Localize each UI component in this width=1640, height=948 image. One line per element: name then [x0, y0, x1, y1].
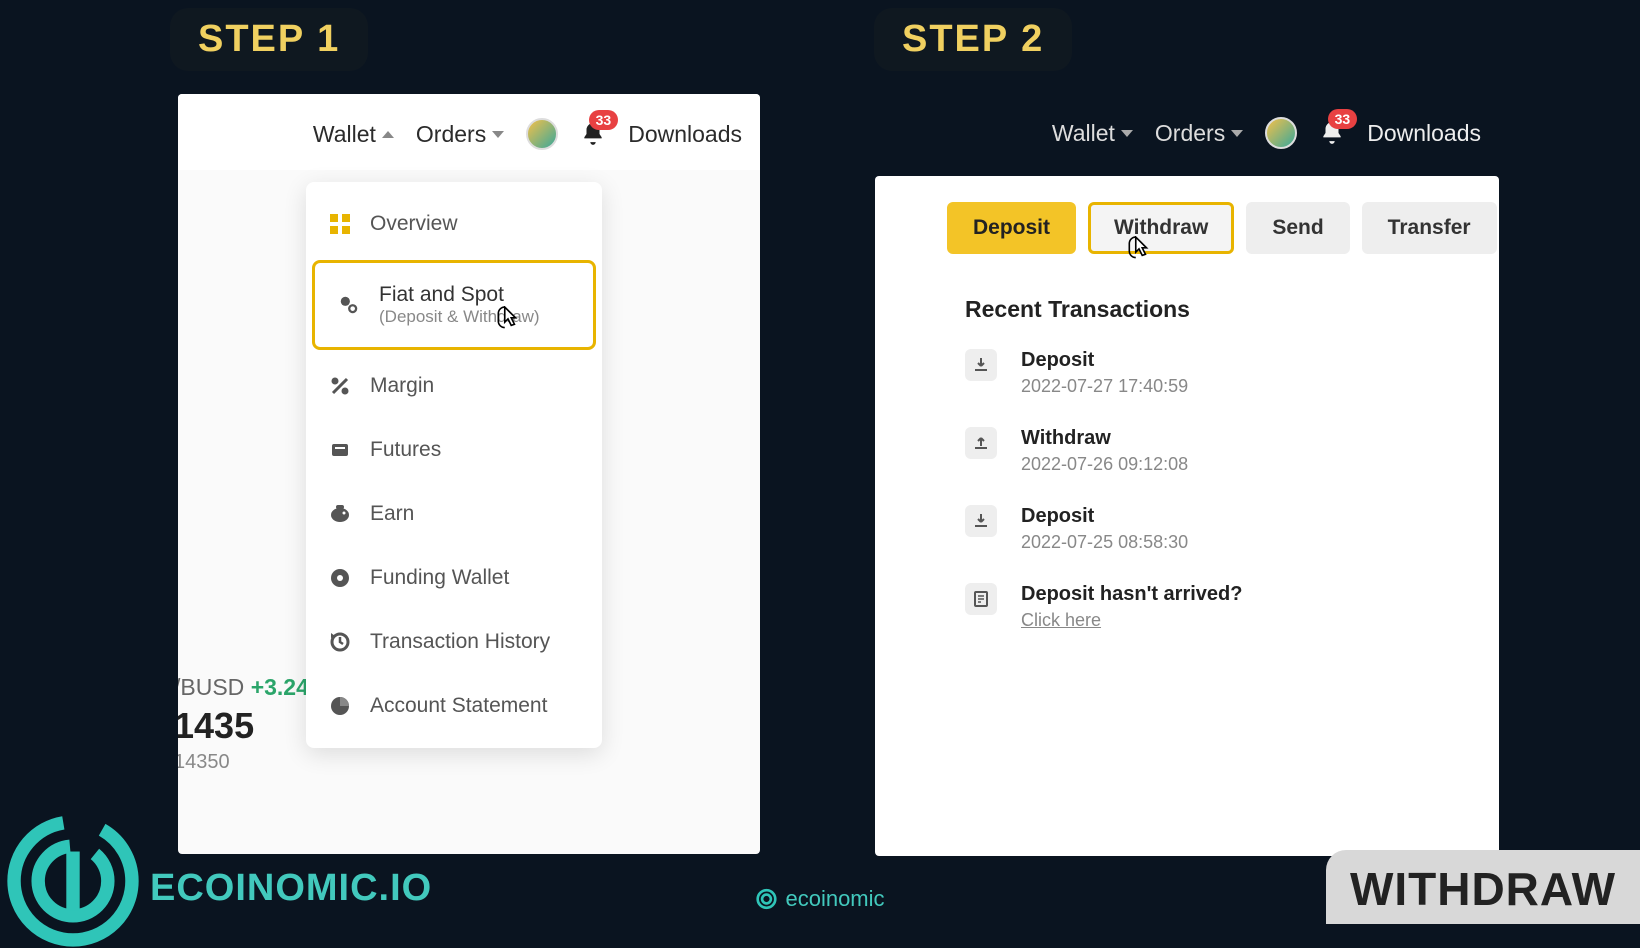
swap-icon	[337, 293, 361, 317]
dd-acct[interactable]: Account Statement	[306, 674, 602, 738]
withdraw-button[interactable]: Withdraw	[1088, 202, 1234, 254]
wallet-dropdown: Overview Fiat and Spot (Deposit & Withdr…	[306, 182, 602, 748]
dd-futures-label: Futures	[370, 438, 441, 462]
caret-down-icon	[492, 131, 504, 138]
brand-name: ecoinomic	[785, 886, 884, 912]
avatar-2[interactable]	[1265, 117, 1297, 149]
wallet-nav-label: Wallet	[313, 121, 376, 148]
orders-nav[interactable]: Orders	[416, 121, 504, 148]
pie-icon	[328, 694, 352, 718]
piggy-icon	[328, 502, 352, 526]
history-icon	[328, 630, 352, 654]
brand-url: ECOINOMIC.IO	[150, 867, 432, 910]
step-2-badge: STEP 2	[874, 8, 1072, 71]
caret-down-icon	[1121, 130, 1133, 137]
download-icon	[965, 505, 997, 537]
orders-nav-2[interactable]: Orders	[1155, 120, 1243, 147]
cursor-icon	[1128, 236, 1150, 264]
brand-center: ecoinomic	[755, 886, 884, 912]
percent-icon	[328, 374, 352, 398]
downloads-link-2[interactable]: Downloads	[1367, 120, 1481, 147]
dd-futures[interactable]: Futures	[306, 418, 602, 482]
tx-type: Deposit	[1021, 349, 1188, 372]
help-link[interactable]: Click here	[1021, 610, 1242, 631]
dd-txhist[interactable]: Transaction History	[306, 610, 602, 674]
wallet-nav[interactable]: Wallet	[313, 121, 394, 148]
pair-label: /BUSD	[178, 674, 244, 700]
downloads-link[interactable]: Downloads	[628, 121, 742, 148]
tx-type: Deposit	[1021, 505, 1188, 528]
tx-time: 2022-07-25 08:58:30	[1021, 532, 1188, 553]
dd-earn-label: Earn	[370, 502, 414, 526]
circle-icon	[328, 566, 352, 590]
caret-down-icon	[1231, 130, 1243, 137]
dd-overview[interactable]: Overview	[306, 192, 602, 256]
step2-topbar: Wallet Orders 33 Downloads	[875, 90, 1499, 176]
upload-icon	[965, 427, 997, 459]
bg-price-widget: /BUSD +3.24 1435 14350	[178, 674, 309, 774]
step2-panel: Deposit Withdraw Send Transfer Tra Recen…	[875, 176, 1499, 856]
corner-label: WITHDRAW	[1326, 850, 1640, 924]
dd-overview-label: Overview	[370, 212, 458, 236]
futures-icon	[328, 438, 352, 462]
help-title: Deposit hasn't arrived?	[1021, 583, 1242, 606]
step-1-badge: STEP 1	[170, 8, 368, 71]
dd-fiat-spot[interactable]: Fiat and Spot (Deposit & Withdraw)	[312, 260, 596, 350]
step1-topbar: Wallet Orders 33 Downloads	[178, 94, 760, 170]
rt-title: Recent Transactions	[965, 296, 1459, 323]
dd-funding-label: Funding Wallet	[370, 566, 509, 590]
step1-panel: Wallet Orders 33 Downloads /BUSD +3.24 1…	[178, 94, 760, 854]
tx-row[interactable]: Withdraw 2022-07-26 09:12:08	[965, 427, 1459, 475]
dd-fiat-title: Fiat and Spot	[379, 283, 540, 307]
tx-time: 2022-07-26 09:12:08	[1021, 454, 1188, 475]
dd-acct-label: Account Statement	[370, 694, 547, 718]
notif-badge: 33	[589, 110, 619, 130]
dd-margin-label: Margin	[370, 374, 434, 398]
small-price: 14350	[178, 751, 309, 774]
wallet-nav-2-label: Wallet	[1052, 120, 1115, 147]
tx-type: Withdraw	[1021, 427, 1188, 450]
send-button[interactable]: Send	[1246, 202, 1349, 254]
notif-badge-2: 33	[1328, 109, 1358, 129]
big-price: 1435	[178, 705, 309, 747]
cursor-icon	[497, 306, 519, 334]
caret-up-icon	[382, 131, 394, 138]
wallet-nav-2[interactable]: Wallet	[1052, 120, 1133, 147]
pct-change: +3.24	[251, 674, 309, 700]
deposit-button[interactable]: Deposit	[947, 202, 1076, 254]
download-icon	[965, 349, 997, 381]
receipt-icon	[965, 583, 997, 615]
dd-funding[interactable]: Funding Wallet	[306, 546, 602, 610]
dd-txhist-label: Transaction History	[370, 630, 550, 654]
recent-transactions: Recent Transactions Deposit 2022-07-27 1…	[875, 278, 1499, 631]
grid-icon	[328, 212, 352, 236]
notifications-button[interactable]: 33	[580, 120, 606, 148]
brand-small-icon	[755, 888, 777, 910]
transfer-button[interactable]: Transfer	[1362, 202, 1497, 254]
action-row: Deposit Withdraw Send Transfer Tra	[875, 176, 1499, 278]
avatar[interactable]	[526, 118, 558, 150]
notifications-button-2[interactable]: 33	[1319, 119, 1345, 147]
dd-margin[interactable]: Margin	[306, 354, 602, 418]
help-row: Deposit hasn't arrived? Click here	[965, 583, 1459, 631]
orders-nav-label: Orders	[416, 121, 486, 148]
dd-earn[interactable]: Earn	[306, 482, 602, 546]
orders-nav-2-label: Orders	[1155, 120, 1225, 147]
tx-row[interactable]: Deposit 2022-07-25 08:58:30	[965, 505, 1459, 553]
brand-logo-icon	[6, 814, 140, 948]
tx-time: 2022-07-27 17:40:59	[1021, 376, 1188, 397]
tx-row[interactable]: Deposit 2022-07-27 17:40:59	[965, 349, 1459, 397]
